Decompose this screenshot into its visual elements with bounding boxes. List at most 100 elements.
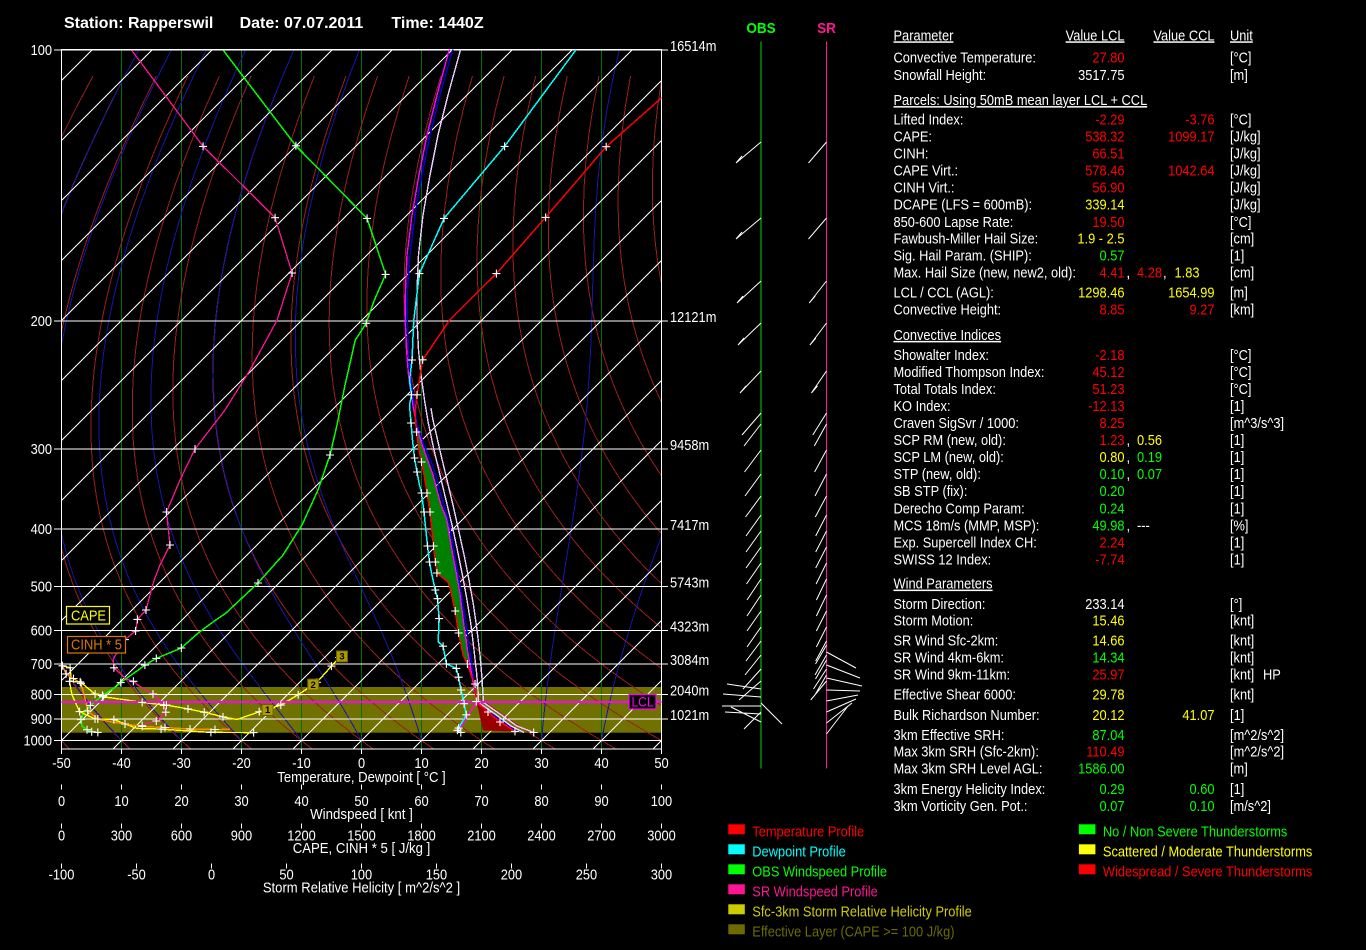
svg-text:Unit: Unit	[1230, 27, 1254, 44]
svg-text:[m]: [m]	[1230, 285, 1248, 302]
svg-text:800: 800	[31, 687, 52, 704]
svg-text:20: 20	[174, 793, 188, 810]
svg-text:[cm]: [cm]	[1230, 265, 1254, 282]
svg-text:[m]: [m]	[1230, 67, 1248, 84]
svg-text:1021m: 1021m	[670, 707, 709, 724]
svg-text:0.10: 0.10	[1100, 466, 1125, 483]
svg-text:Storm Direction:: Storm Direction:	[894, 596, 986, 613]
svg-text:233.14: 233.14	[1085, 596, 1124, 613]
svg-text:1.9 - 2.5: 1.9 - 2.5	[1077, 231, 1124, 248]
svg-text:-7.74: -7.74	[1095, 551, 1124, 568]
svg-text:Wind Parameters: Wind Parameters	[894, 576, 993, 593]
svg-text:SCP RM (new, old):: SCP RM (new, old):	[894, 432, 1006, 449]
svg-text:2700: 2700	[587, 828, 616, 845]
svg-text:Parameter: Parameter	[894, 27, 954, 44]
svg-text:45.12: 45.12	[1092, 364, 1124, 381]
svg-text:[J/kg]: [J/kg]	[1230, 162, 1261, 179]
svg-text:Sig. Hail Param. (SHIP):: Sig. Hail Param. (SHIP):	[894, 248, 1032, 265]
svg-text:3km Effective SRH:: 3km Effective SRH:	[894, 727, 1005, 744]
svg-text:0.10: 0.10	[1190, 798, 1215, 815]
svg-text:-2.18: -2.18	[1095, 347, 1124, 364]
svg-text:300: 300	[111, 828, 132, 845]
svg-text:30: 30	[234, 793, 248, 810]
svg-text:8.25: 8.25	[1100, 415, 1125, 432]
svg-text:16514m: 16514m	[670, 38, 716, 55]
svg-text:Storm Relative Helicity [ m^2: Storm Relative Helicity [ m^2/s^2 ]	[263, 880, 460, 897]
svg-text:3: 3	[339, 652, 344, 663]
svg-text:100: 100	[651, 793, 672, 810]
svg-text:,: ,	[1127, 517, 1131, 534]
svg-text:250: 250	[576, 867, 597, 884]
svg-text:MCS 18m/s (MMP, MSP):: MCS 18m/s (MMP, MSP):	[894, 517, 1040, 534]
svg-text:-3.76: -3.76	[1185, 111, 1214, 128]
svg-text:-100: -100	[49, 867, 75, 884]
svg-text:Exp. Supercell Index CH:: Exp. Supercell Index CH:	[894, 534, 1037, 551]
svg-text:KO Index:: KO Index:	[894, 398, 951, 415]
svg-text:[m]: [m]	[1230, 761, 1248, 778]
svg-text:Effective Layer (CAPE >= 100 J: Effective Layer (CAPE >= 100 J/kg)	[752, 923, 954, 940]
svg-text:[1]: [1]	[1230, 534, 1244, 551]
svg-text:Date: 07.07.2011: Date: 07.07.2011	[240, 15, 364, 32]
svg-text:Convective Height:: Convective Height:	[894, 302, 1002, 319]
svg-text:Widespread / Severe Thundersto: Widespread / Severe Thunderstorms	[1103, 863, 1312, 880]
svg-text:900: 900	[231, 828, 252, 845]
svg-text:SR Wind 4km-6km:: SR Wind 4km-6km:	[894, 650, 1005, 667]
svg-text:[°C]: [°C]	[1230, 347, 1252, 364]
svg-text:300: 300	[31, 441, 52, 458]
svg-text:1042.64: 1042.64	[1168, 162, 1214, 179]
svg-text:0.07: 0.07	[1137, 466, 1162, 483]
svg-text:0: 0	[58, 793, 65, 810]
svg-text:70: 70	[474, 793, 488, 810]
svg-text:Parcels: Using 50mB mean layer: Parcels: Using 50mB mean layer LCL + CCL	[894, 92, 1148, 109]
svg-text:Convective Temperature:: Convective Temperature:	[894, 49, 1036, 66]
svg-text:-12.13: -12.13	[1088, 398, 1124, 415]
svg-text:2: 2	[311, 680, 316, 691]
svg-text:---: ---	[1137, 517, 1150, 534]
svg-text:500: 500	[31, 578, 52, 595]
svg-text:[knt]: [knt]	[1230, 633, 1254, 650]
svg-text:4.28: 4.28	[1137, 265, 1162, 282]
svg-text:Lifted Index:: Lifted Index:	[894, 111, 964, 128]
svg-text:66.51: 66.51	[1092, 145, 1124, 162]
svg-text:14.66: 14.66	[1092, 633, 1124, 650]
svg-text:SR Wind Sfc-2km:: SR Wind Sfc-2km:	[894, 633, 999, 650]
svg-text:[1]: [1]	[1230, 248, 1244, 265]
svg-text:CAPE: CAPE	[71, 608, 106, 625]
svg-text:1: 1	[265, 705, 271, 716]
svg-text:SWISS 12 Index:: SWISS 12 Index:	[894, 551, 992, 568]
svg-text:Max. Hail Size (new, new2, old: Max. Hail Size (new, new2, old):	[894, 265, 1077, 282]
svg-text:0.56: 0.56	[1137, 432, 1162, 449]
svg-text:41.07: 41.07	[1182, 707, 1214, 724]
svg-text:56.90: 56.90	[1092, 180, 1124, 197]
svg-text:40: 40	[294, 793, 308, 810]
svg-text:Convective Indices: Convective Indices	[894, 327, 1002, 344]
svg-text:CINH * 5: CINH * 5	[71, 637, 122, 654]
svg-text:15.46: 15.46	[1092, 613, 1124, 630]
svg-text:8.85: 8.85	[1100, 302, 1125, 319]
svg-text:[1]: [1]	[1230, 432, 1244, 449]
svg-text:CINH Virt.:: CINH Virt.:	[894, 180, 955, 197]
svg-text:[1]: [1]	[1230, 449, 1244, 466]
svg-text:Fawbush-Miller Hail Size:: Fawbush-Miller Hail Size:	[894, 231, 1039, 248]
svg-text:Storm Motion:: Storm Motion:	[894, 613, 974, 630]
svg-text:700: 700	[31, 656, 52, 673]
svg-text:1586.00: 1586.00	[1078, 761, 1124, 778]
svg-text:5743m: 5743m	[670, 574, 709, 591]
svg-text:0.24: 0.24	[1100, 500, 1125, 517]
svg-text:STP (new, old):: STP (new, old):	[894, 466, 981, 483]
svg-text:[J/kg]: [J/kg]	[1230, 128, 1261, 145]
svg-text:1099.17: 1099.17	[1168, 128, 1214, 145]
svg-text:850-600 Lapse Rate:: 850-600 Lapse Rate:	[894, 214, 1014, 231]
svg-text:Time: 1440Z: Time: 1440Z	[391, 15, 483, 32]
svg-text:110.49: 110.49	[1086, 744, 1124, 761]
svg-text:SB STP (fix):: SB STP (fix):	[894, 483, 968, 500]
svg-text:[km]: [km]	[1230, 302, 1254, 319]
svg-text:1000: 1000	[24, 733, 53, 750]
svg-text:SCP LM (new, old):: SCP LM (new, old):	[894, 449, 1004, 466]
svg-text:0.60: 0.60	[1190, 781, 1215, 798]
svg-text:[1]: [1]	[1230, 551, 1244, 568]
svg-text:LCL / CCL (AGL):: LCL / CCL (AGL):	[894, 285, 994, 302]
svg-text:CAPE Virt.:: CAPE Virt.:	[894, 162, 959, 179]
svg-text:Sfc-3km Storm Relative Helicit: Sfc-3km Storm Relative Helicity Profile	[752, 903, 972, 920]
svg-text:Max 3km SRH Level AGL:: Max 3km SRH Level AGL:	[894, 761, 1043, 778]
